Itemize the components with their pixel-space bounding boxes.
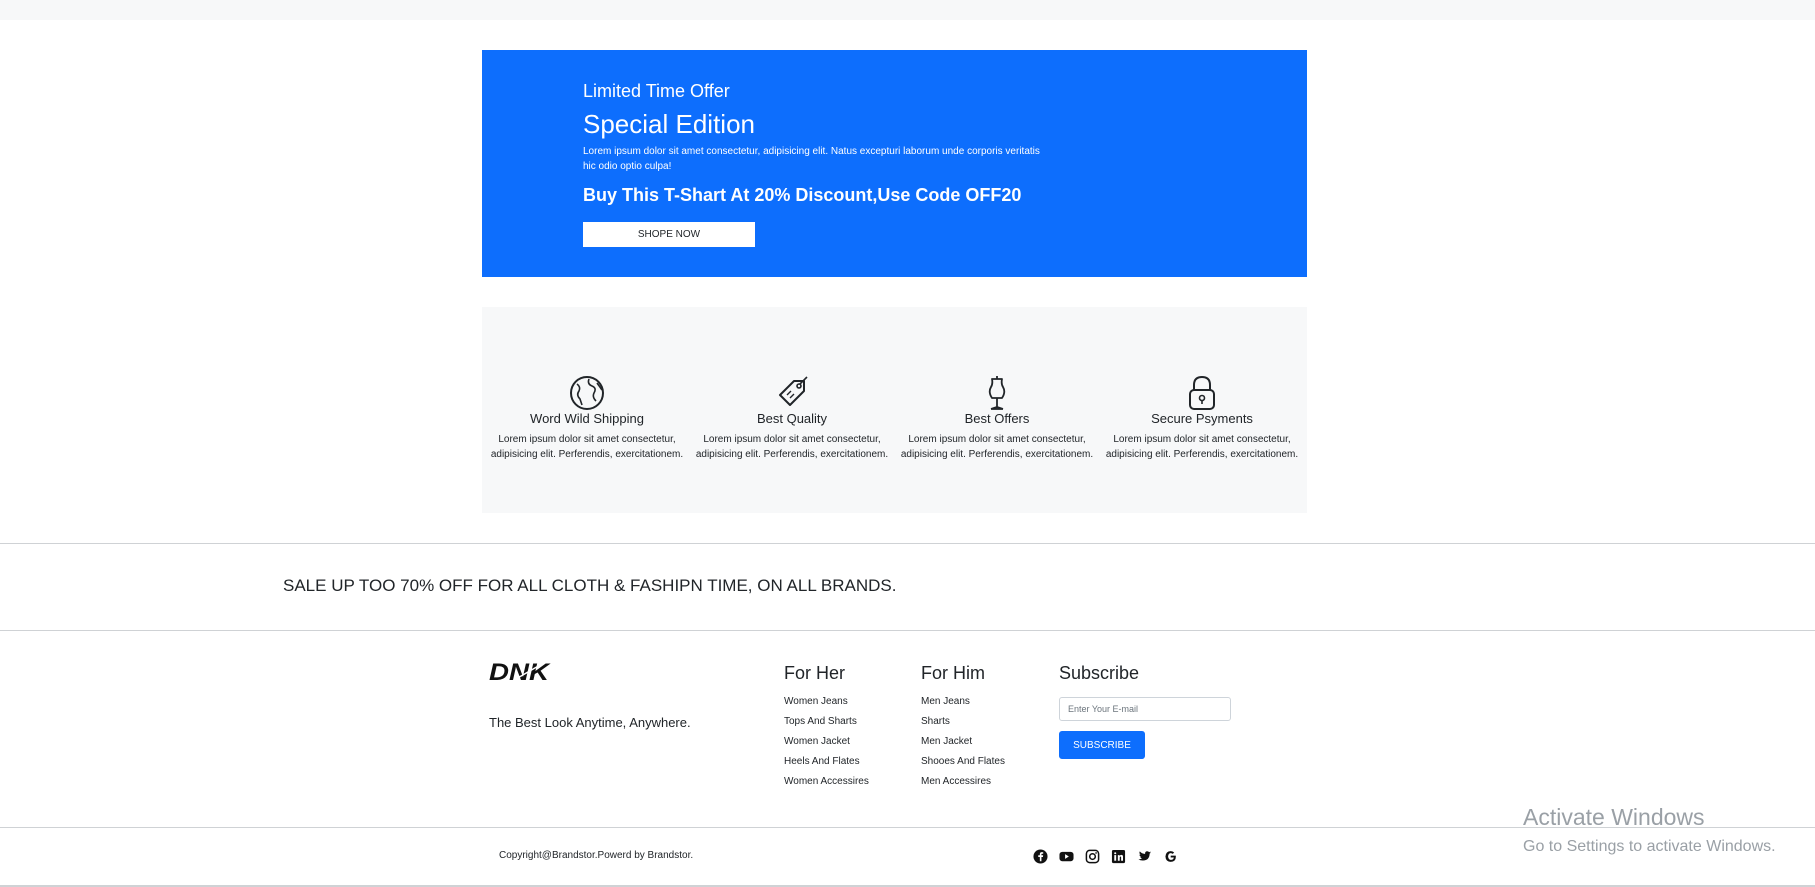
footer-link-heels[interactable]: Heels And Flates [784,756,860,767]
promo-title: Special Edition [583,109,755,139]
watermark-subtitle: Go to Settings to activate Windows. [1523,838,1776,855]
list-item: Women Jeans [784,692,869,712]
feature-title: Word Wild Shipping [530,411,644,426]
for-him-links: Men Jeans Sharts Men Jacket Shooes And F… [921,692,1005,792]
divider [0,630,1815,631]
footer-link-tops[interactable]: Tops And Sharts [784,716,857,727]
feature-secure-payments: Secure Psyments Lorem ipsum dolor sit am… [1100,375,1304,462]
instagram-icon[interactable] [1085,849,1100,864]
feature-text: Lorem ipsum dolor sit amet consectetur, … [490,434,684,460]
list-item: Shooes And Flates [921,752,1005,772]
sale-announcement: SALE UP TOO 70% OFF FOR ALL CLOTH & FASH… [283,576,897,595]
list-item: Women Accessires [784,772,869,792]
email-field[interactable] [1059,697,1231,721]
brand-logo[interactable]: DNK [489,657,551,685]
footer-link-men-accessories[interactable]: Men Accessires [921,776,991,787]
feature-offers: Best Offers Lorem ipsum dolor sit amet c… [895,375,1099,462]
footer-link-shoes[interactable]: Shooes And Flates [921,756,1005,767]
list-item: Men Jeans [921,692,1005,712]
for-him-column: For Him Men Jeans Sharts Men Jacket Shoo… [921,662,1005,792]
padlock-icon [1189,375,1215,410]
promo-kicker: Limited Time Offer [583,81,730,101]
list-item: Sharts [921,712,1005,732]
promo-banner: Limited Time Offer Special Edition Lorem… [482,50,1307,277]
twitter-icon[interactable] [1137,849,1152,864]
list-item: Women Jacket [784,732,869,752]
subscribe-column: Subscribe [1059,662,1139,684]
feature-title: Secure Psyments [1151,411,1253,426]
for-him-heading: For Him [921,663,985,683]
list-item: Heels And Flates [784,752,869,772]
feature-text: Lorem ipsum dolor sit amet consectetur, … [695,434,889,460]
feature-quality: Best Quality Lorem ipsum dolor sit amet … [690,375,894,462]
price-tag-icon [779,376,808,406]
brand-tagline: The Best Look Anytime, Anywhere. [489,715,691,730]
feature-text: Lorem ipsum dolor sit amet consectetur, … [1105,434,1299,460]
promo-offer: Buy This T-Shart At 20% Discount,Use Cod… [583,185,1022,205]
for-her-heading: For Her [784,663,846,683]
globe-icon [570,376,604,410]
dress-form-icon [988,376,1006,410]
shop-now-button[interactable]: SHOPE NOW [583,222,755,247]
facebook-icon[interactable] [1033,849,1048,864]
youtube-icon[interactable] [1059,849,1074,864]
top-strip [0,0,1815,20]
divider [0,543,1815,544]
list-item: Men Accessires [921,772,1005,792]
linkedin-icon[interactable] [1111,849,1126,864]
watermark-title: Activate Windows [1523,804,1705,830]
for-her-links: Women Jeans Tops And Sharts Women Jacket… [784,692,869,792]
footer-link-women-jacket[interactable]: Women Jacket [784,736,850,747]
promo-content: Limited Time Offer Special Edition Lorem… [583,80,1053,247]
list-item: Tops And Sharts [784,712,869,732]
features-section: Word Wild Shipping Lorem ipsum dolor sit… [482,307,1307,513]
subscribe-heading: Subscribe [1059,663,1140,683]
svg-text:DNK: DNK [489,659,551,685]
social-links [1033,849,1178,864]
footer-link-women-jeans[interactable]: Women Jeans [784,696,848,707]
feature-title: Best Quality [756,411,828,426]
feature-shipping: Word Wild Shipping Lorem ipsum dolor sit… [485,375,689,462]
footer-link-men-jacket[interactable]: Men Jacket [921,736,972,747]
footer-link-women-accessories[interactable]: Women Accessires [784,776,869,787]
subscribe-button[interactable]: SUBSCRIBE [1059,731,1145,759]
copyright-text: Copyright@Brandstor.Powerd by Brandstor. [499,850,694,861]
list-item: Men Jacket [921,732,1005,752]
promo-description: Lorem ipsum dolor sit amet consectetur, … [583,146,1040,172]
for-her-column: For Her Women Jeans Tops And Sharts Wome… [784,662,869,792]
activate-windows-watermark: Activate Windows Go to Settings to activ… [1523,803,1776,857]
google-icon[interactable] [1163,849,1178,864]
footer-link-men-jeans[interactable]: Men Jeans [921,696,970,707]
feature-text: Lorem ipsum dolor sit amet consectetur, … [900,434,1094,460]
footer-link-sharts[interactable]: Sharts [921,716,950,727]
feature-title: Best Offers [964,411,1030,426]
